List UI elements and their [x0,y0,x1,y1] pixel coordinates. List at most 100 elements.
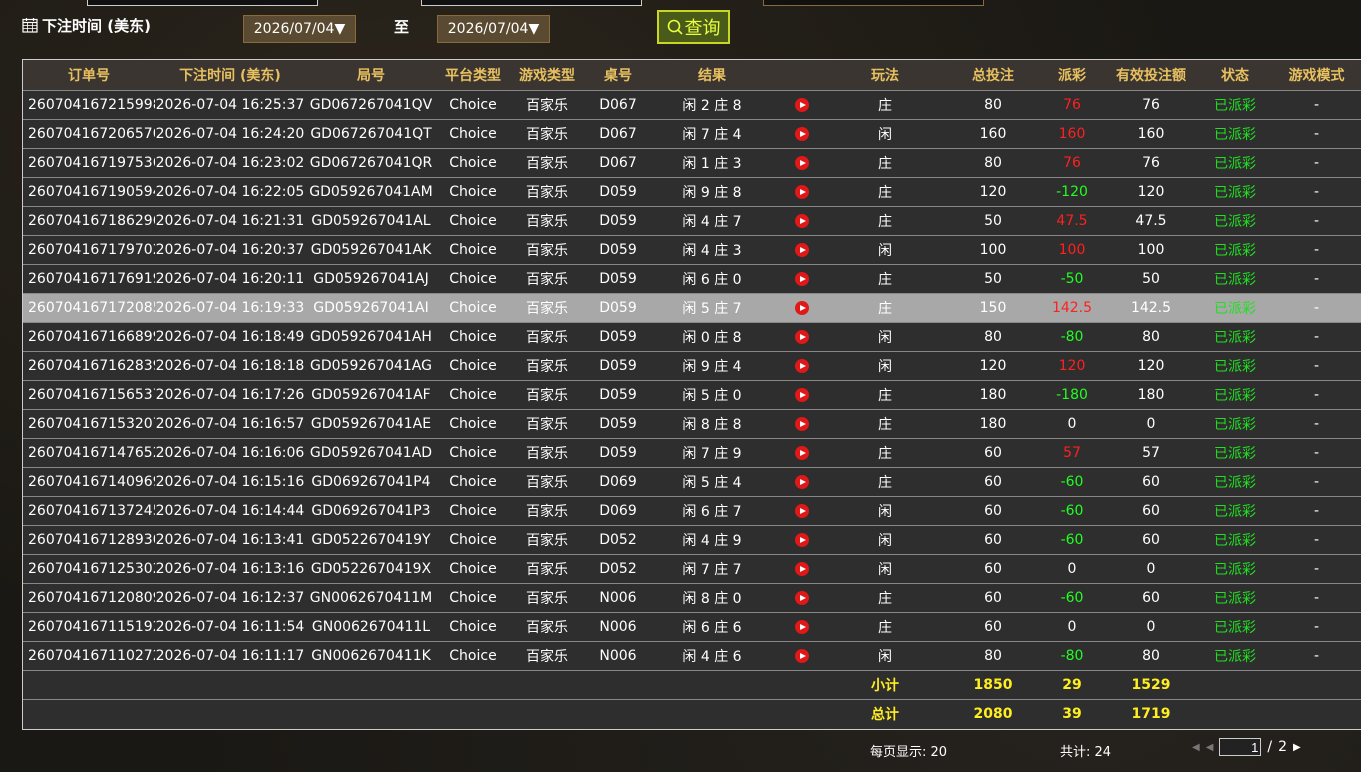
play-icon[interactable] [795,533,809,547]
next-page-icon[interactable]: ▶ [1293,742,1301,753]
payout: 76 [1047,90,1097,120]
bet-time: 2026-07-04 16:20:37 [155,235,305,265]
round-id: GN0062670411K [305,641,437,671]
subtotal-total-bet: 1850 [939,670,1047,700]
play-icon[interactable] [795,359,809,373]
round-id: GD059267041AH [305,322,437,352]
per-page-label: 每页显示: 20 [870,745,948,760]
round-id: GD0522670419X [305,554,437,584]
play-icon[interactable] [795,562,809,576]
round-id: GD059267041AF [305,380,437,410]
table-row[interactable]: 260704167190594 2026-07-04 16:22:05 GD0592… [23,177,1361,207]
bet-time: 2026-07-04 16:14:44 [155,496,305,526]
prev-page-icon[interactable]: ◀ [1206,742,1214,753]
top-field-2[interactable] [421,0,642,6]
play-icon[interactable] [795,446,809,460]
table-row[interactable]: 260704167166899 2026-07-04 16:18:49 GD0592… [23,322,1361,352]
round-id: GD059267041AK [305,235,437,265]
total-label: 总计 [831,699,939,728]
play-icon[interactable] [795,156,809,170]
table-row[interactable]: 260704167186296 2026-07-04 16:21:31 GD0592… [23,206,1361,236]
play-icon[interactable] [795,620,809,634]
valid-bet: 60 [1097,467,1205,497]
total-total-bet: 2080 [939,699,1047,728]
table-row[interactable]: 260704167172085 2026-07-04 16:19:33 GD0592… [23,293,1361,323]
end-date-select[interactable]: 2026/07/04▼ [437,15,550,43]
table-row[interactable]: 260704167140969 2026-07-04 16:15:16 GD0692… [23,467,1361,497]
platform: Choice [437,641,509,671]
col-header [773,60,831,91]
table-row[interactable]: 260704167120809 2026-07-04 16:12:37 GN0062… [23,583,1361,613]
game-type: 百家乐 [509,525,585,555]
play-icon[interactable] [795,591,809,605]
table-row[interactable]: 260704167128930 2026-07-04 16:13:41 GD0522… [23,525,1361,555]
result: 闲 4 庄 9 [651,525,773,555]
replay [773,554,831,584]
table-row[interactable]: 260704167206570 2026-07-04 16:24:20 GD0672… [23,119,1361,149]
payout: 0 [1047,612,1097,642]
payout: -120 [1047,177,1097,207]
bet-type: 庄 [831,264,939,294]
page-number-input[interactable] [1219,738,1262,756]
play-icon[interactable] [795,185,809,199]
payout: 47.5 [1047,206,1097,236]
valid-bet: 76 [1097,148,1205,178]
table-row[interactable]: 260704167153207 2026-07-04 16:16:57 GD0592… [23,409,1361,439]
play-icon[interactable] [795,330,809,344]
valid-bet: 57 [1097,438,1205,468]
first-page-icon[interactable]: ◀ [1192,742,1200,753]
play-icon[interactable] [795,272,809,286]
subtotal-valid-bet: 1529 [1097,670,1205,700]
play-icon[interactable] [795,504,809,518]
top-field-1[interactable] [87,0,318,6]
payout: 0 [1047,409,1097,439]
play-icon[interactable] [795,243,809,257]
play-icon[interactable] [795,98,809,112]
query-button[interactable]: 查询 [657,10,730,44]
bet-time: 2026-07-04 16:22:05 [155,177,305,207]
total-bet: 180 [939,380,1047,410]
table-row[interactable]: 260704167179702 2026-07-04 16:20:37 GD0592… [23,235,1361,265]
round-id: GD069267041P3 [305,496,437,526]
play-icon[interactable] [795,649,809,663]
table-row[interactable]: 260704167176919 2026-07-04 16:20:11 GD0592… [23,264,1361,294]
play-icon[interactable] [795,417,809,431]
top-field-3[interactable] [763,0,984,6]
play-icon[interactable] [795,388,809,402]
table-row[interactable]: 260704167197536 2026-07-04 16:23:02 GD0672… [23,148,1361,178]
status: 已派彩 [1205,612,1265,642]
game-mode: - [1265,380,1361,410]
valid-bet: 100 [1097,235,1205,265]
play-icon[interactable] [795,475,809,489]
play-icon[interactable] [795,214,809,228]
table-row[interactable]: 260704167110272 2026-07-04 16:11:17 GN0062… [23,641,1361,671]
table-row[interactable]: 260704167125302 2026-07-04 16:13:16 GD0522… [23,554,1361,584]
bet-time: 2026-07-04 16:21:31 [155,206,305,236]
replay [773,496,831,526]
table-row[interactable]: 260704167162839 2026-07-04 16:18:18 GD0592… [23,351,1361,381]
table-row[interactable]: 260704167215998 2026-07-04 16:25:37 GD0672… [23,90,1361,120]
result: 闲 8 庄 0 [651,583,773,613]
game-type: 百家乐 [509,119,585,149]
replay [773,467,831,497]
start-date-select[interactable]: 2026/07/04▼ [243,15,356,43]
table-row[interactable]: 260704167147652 2026-07-04 16:16:06 GD0592… [23,438,1361,468]
table-row[interactable]: 260704167115192 2026-07-04 16:11:54 GN0062… [23,612,1361,642]
bet-type: 庄 [831,409,939,439]
table-row[interactable]: 260704167137245 2026-07-04 16:14:44 GD0692… [23,496,1361,526]
game-type: 百家乐 [509,467,585,497]
play-icon[interactable] [795,127,809,141]
play-icon[interactable] [795,301,809,315]
bet-records-table: 订单号 下注时间 (美东) 局号 平台类型 游戏类型 桌号 结果 玩法 总投注 … [22,59,1361,730]
result: 闲 8 庄 8 [651,409,773,439]
table-row[interactable]: 260704167156537 2026-07-04 16:17:26 GD0592… [23,380,1361,410]
payout: -60 [1047,467,1097,497]
order-id: 260704167186296 [23,206,155,236]
game-type: 百家乐 [509,409,585,439]
status: 已派彩 [1205,293,1265,323]
round-id: GD067267041QT [305,119,437,149]
order-id: 260704167197536 [23,148,155,178]
status: 已派彩 [1205,351,1265,381]
round-id: GD0522670419Y [305,525,437,555]
platform: Choice [437,351,509,381]
